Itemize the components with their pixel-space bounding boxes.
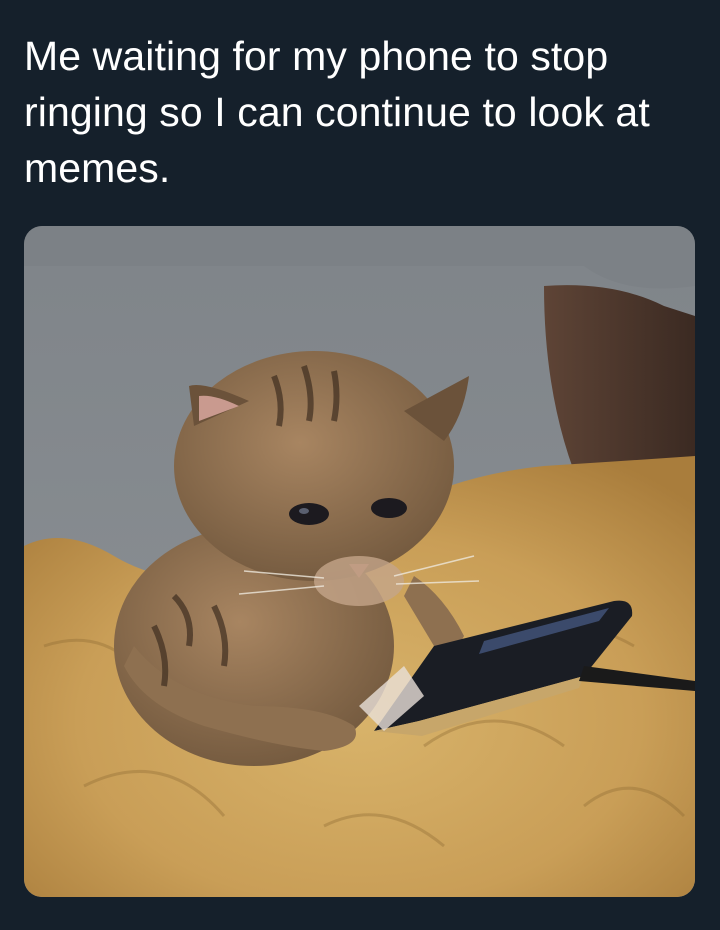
tweet: Me waiting for my phone to stop ringing … bbox=[0, 0, 720, 930]
cat-with-phone-image bbox=[24, 226, 695, 897]
tweet-photo[interactable] bbox=[24, 226, 695, 897]
tweet-text: Me waiting for my phone to stop ringing … bbox=[24, 33, 650, 191]
